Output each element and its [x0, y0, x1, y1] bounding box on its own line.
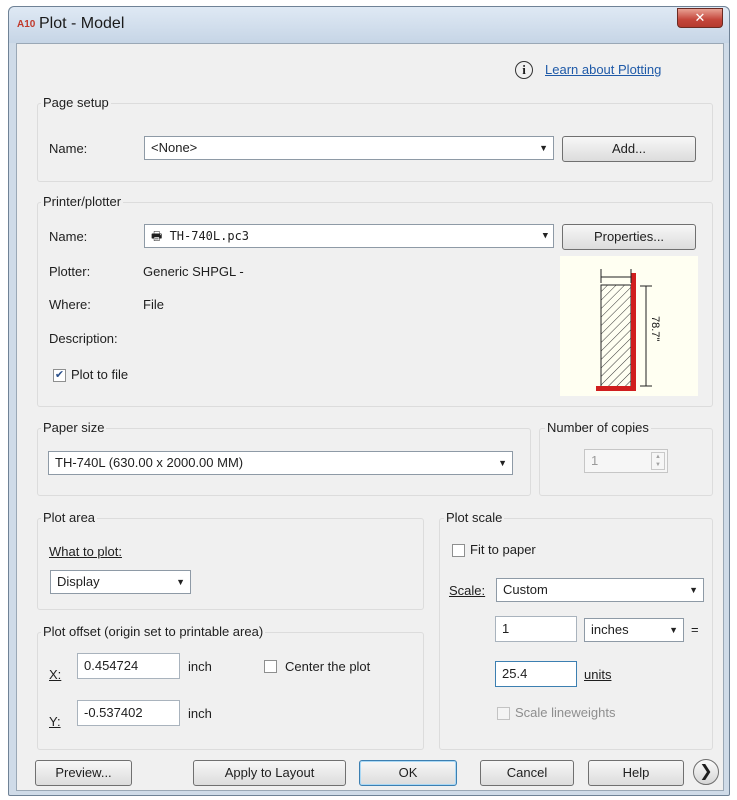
properties-button[interactable]: Properties... [562, 224, 696, 250]
what-to-plot-label: What to plot: [49, 544, 122, 559]
plot-area-title: Plot area [41, 510, 98, 525]
scale-lineweights-label: Scale lineweights [515, 705, 616, 720]
copies-title: Number of copies [545, 420, 651, 435]
cancel-button[interactable]: Cancel [480, 760, 574, 786]
paper-size-title: Paper size [41, 420, 107, 435]
center-plot-checkbox[interactable] [264, 660, 277, 673]
offset-y-label: Y: [49, 714, 61, 729]
offset-x-input[interactable]: 0.454724 [77, 653, 180, 679]
offset-x-unit: inch [188, 659, 212, 674]
offset-y-unit: inch [188, 706, 212, 721]
dialog-body: i Learn about Plotting Page setup Name: … [16, 43, 724, 791]
paper-edge-right [631, 273, 636, 388]
scale-value-2-input[interactable]: 25.4 [495, 661, 577, 687]
copies-spin-buttons[interactable]: ▲ ▼ [651, 452, 665, 470]
scale-value-1-input[interactable]: 1 [495, 616, 577, 642]
offset-y-input[interactable]: -0.537402 [77, 700, 180, 726]
fit-to-paper-checkbox[interactable] [452, 544, 465, 557]
plot-to-file-label[interactable]: Plot to file [71, 367, 128, 382]
copies-spinner[interactable]: 1 ▲ ▼ [584, 449, 668, 473]
where-label: Where: [49, 297, 91, 312]
plotter-value: Generic SHPGL - [143, 264, 244, 279]
plot-dialog: A10 Plot - Model ✕ i Learn about Plottin… [8, 6, 730, 796]
printer-plotter-title: Printer/plotter [41, 194, 124, 209]
spin-up-icon[interactable]: ▲ [652, 453, 664, 461]
height-dimension-text: 78.7" [649, 316, 661, 341]
paper-size-value: TH-740L (630.00 x 2000.00 MM) [55, 455, 244, 470]
page-setup-name-label: Name: [49, 141, 88, 156]
chevron-down-icon: ▼ [542, 231, 548, 241]
what-to-plot-select[interactable]: Display ▼ [50, 570, 191, 594]
plotter-label: Plotter: [49, 264, 91, 279]
page-setup-name-value: <None> [151, 140, 198, 155]
expand-options-icon[interactable]: ❯ [693, 759, 719, 785]
scale-select[interactable]: Custom ▼ [496, 578, 704, 602]
plotter-icon: 🖶 [151, 229, 163, 243]
what-to-plot-value: Display [57, 574, 100, 589]
chevron-down-icon: ▼ [689, 585, 698, 595]
equals-sign: = [691, 622, 699, 637]
plot-to-file-checkbox[interactable]: ✔ [53, 369, 66, 382]
page-setup-title: Page setup [41, 95, 111, 110]
scale-label: Scale: [449, 583, 486, 598]
copies-value: 1 [591, 453, 599, 468]
apply-to-layout-button[interactable]: Apply to Layout [193, 760, 346, 786]
printable-area [600, 284, 632, 388]
learn-about-plotting-link[interactable]: Learn about Plotting [545, 62, 661, 77]
scale-value: Custom [503, 582, 548, 597]
add-button[interactable]: Add... [562, 136, 696, 162]
description-label: Description: [49, 331, 118, 346]
window-title: Plot - Model [39, 15, 125, 32]
plot-offset-title: Plot offset (origin set to printable are… [41, 624, 266, 639]
printer-name-label: Name: [49, 229, 88, 244]
printer-name-value: TH-740L.pc3 [169, 229, 250, 243]
paper-preview-drawing: 78.7" [596, 269, 661, 391]
plot-area-group [37, 518, 424, 610]
paper-edge-bottom [596, 386, 636, 391]
scale-unit-1-select[interactable]: inches ▼ [584, 618, 684, 642]
chevron-down-icon: ▼ [539, 143, 548, 153]
plot-scale-title: Plot scale [444, 510, 505, 525]
preview-button[interactable]: Preview... [35, 760, 132, 786]
where-value: File [143, 297, 164, 312]
offset-x-label: X: [49, 667, 62, 682]
paper-size-select[interactable]: TH-740L (630.00 x 2000.00 MM) ▼ [48, 451, 513, 475]
plot-offset-group [37, 632, 424, 750]
chevron-down-icon: ▼ [669, 625, 678, 635]
fit-to-paper-label[interactable]: Fit to paper [470, 542, 536, 557]
help-button[interactable]: Help [588, 760, 684, 786]
ok-button[interactable]: OK [359, 760, 457, 786]
title-bar[interactable]: A10 Plot - Model ✕ [9, 7, 729, 43]
page-setup-name-select[interactable]: <None> ▼ [144, 136, 554, 160]
printer-name-select[interactable]: 🖶 TH-740L.pc3 ▼ [144, 224, 554, 248]
chevron-down-icon: ▼ [498, 458, 507, 468]
chevron-down-icon: ▼ [176, 577, 185, 587]
info-icon: i [515, 61, 533, 79]
center-plot-label[interactable]: Center the plot [285, 659, 370, 674]
close-button[interactable]: ✕ [677, 8, 723, 28]
spin-down-icon[interactable]: ▼ [652, 461, 664, 469]
scale-unit-2-label: units [584, 667, 612, 682]
paper-preview: 78.7" [560, 256, 698, 396]
scale-unit-1-value: inches [591, 622, 629, 637]
scale-lineweights-checkbox[interactable] [497, 707, 510, 720]
autocad-app-icon: A10 [17, 19, 36, 30]
